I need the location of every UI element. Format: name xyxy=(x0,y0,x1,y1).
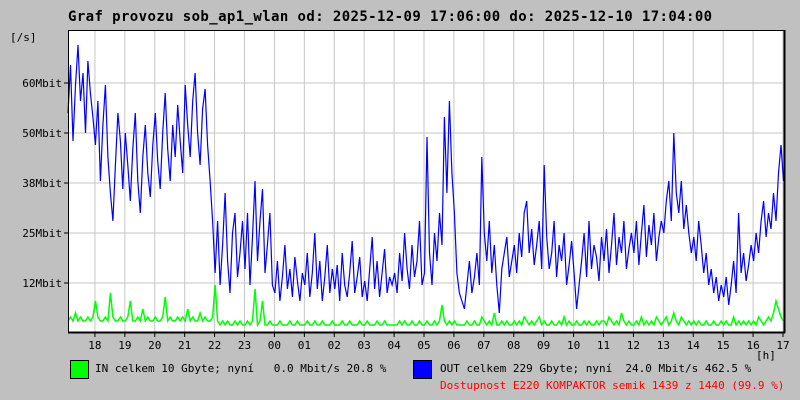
mrtg-traffic-graph-page: 18 19 20 21 22 23 00 01 02 03 04 05 06 07 08 09 10 11 12 13… xyxy=(0,0,800,400)
out-legend-label: OUT celkem 229 Gbyte; nyní 24.0 Mbit/s 4… xyxy=(440,362,752,375)
x-tick-label: 21 xyxy=(178,339,191,352)
y-tick-label: 60Mbit xyxy=(22,77,62,90)
x-tick-label: 18 xyxy=(88,339,101,352)
out-legend-swatch xyxy=(413,360,432,379)
x-axis-unit-label: [h] xyxy=(756,349,776,362)
y-tick-label: 12Mbit xyxy=(22,277,62,290)
x-tick-label: 04 xyxy=(387,339,401,352)
x-tick-label: 01 xyxy=(298,339,311,352)
x-tick-label: 03 xyxy=(358,339,371,352)
in-legend-label: IN celkem 10 Gbyte; nyní 0.0 Mbit/s 20.8… xyxy=(95,362,387,375)
x-tick-label: 02 xyxy=(328,339,341,352)
y-axis-unit-label: [/s] xyxy=(10,31,37,44)
x-tick-label: 05 xyxy=(417,339,430,352)
x-tick-label: 12 xyxy=(627,339,640,352)
x-tick-label: 17 xyxy=(776,339,789,352)
traffic-chart: 18 19 20 21 22 23 00 01 02 03 04 05 06 07 08 09 10 11 12 13… xyxy=(22,30,790,352)
x-tick-label: 07 xyxy=(477,339,490,352)
x-tick-label: 14 xyxy=(687,339,701,352)
x-tick-label: 00 xyxy=(268,339,281,352)
in-legend-swatch xyxy=(70,360,89,379)
x-tick-label: 23 xyxy=(238,339,251,352)
x-tick-label: 13 xyxy=(657,339,670,352)
x-tick-label: 08 xyxy=(507,339,520,352)
x-tick-label: 11 xyxy=(597,339,610,352)
x-tick-label: 20 xyxy=(148,339,161,352)
x-tick-label: 09 xyxy=(537,339,550,352)
availability-status-text: Dostupnost E220 KOMPAKTOR semik 1439 z 1… xyxy=(440,379,785,392)
x-tick-label: 19 xyxy=(118,339,131,352)
x-tick-label: 15 xyxy=(717,339,730,352)
x-tick-label: 06 xyxy=(447,339,460,352)
x-tick-label: 10 xyxy=(567,339,580,352)
y-tick-label: 25Mbit xyxy=(22,227,62,240)
x-tick-label: 22 xyxy=(208,339,221,352)
chart-title: Graf provozu sob_ap1_wlan od: 2025-12-09… xyxy=(68,9,713,25)
y-tick-label: 50Mbit xyxy=(22,127,62,140)
y-tick-label: 38Mbit xyxy=(22,177,62,190)
